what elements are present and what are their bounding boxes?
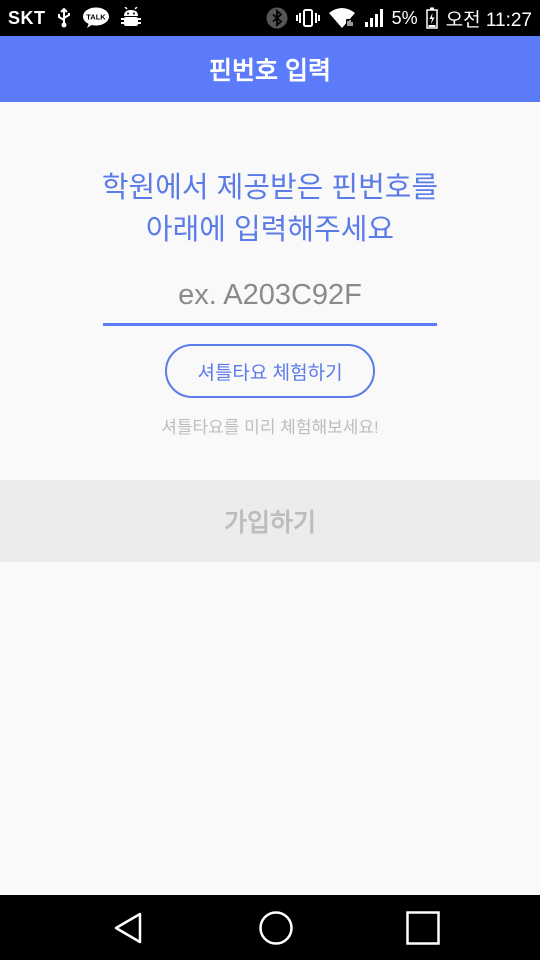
pin-field [103, 268, 437, 326]
bluetooth-icon [266, 7, 288, 29]
recents-icon [406, 910, 440, 945]
clock-time: 오전 11:27 [445, 9, 532, 31]
app-bar: 핀번호 입력 [0, 36, 540, 102]
trial-button[interactable]: 셔틀타요 체험하기 [165, 344, 375, 398]
status-bar-left: SKT TALK [8, 0, 142, 36]
navigation-bar [0, 895, 540, 960]
android-debug-icon [120, 7, 142, 29]
battery-percent: 5% [391, 7, 418, 28]
battery-icon [425, 7, 438, 29]
pin-input[interactable] [103, 268, 437, 323]
instruction-text: 학원에서 제공받은 핀번호를 아래에 입력해주세요 [0, 167, 540, 251]
carrier-label: SKT [8, 7, 46, 28]
signal-icon [364, 8, 384, 28]
wifi-icon [328, 7, 356, 29]
signup-button[interactable]: 가입하기 [0, 480, 540, 562]
instruction-line-1: 학원에서 제공받은 핀번호를 [101, 172, 439, 204]
trial-hint-text: 셔틀타요를 미리 체험해보세요! [161, 418, 379, 437]
kakaotalk-badge-text: TALK [86, 13, 106, 22]
home-icon [259, 910, 293, 945]
recents-button[interactable] [403, 908, 443, 948]
status-bar-right: 5% 오전 11:27 [266, 0, 532, 36]
vibrate-icon [295, 8, 320, 28]
status-bar: SKT TALK 5% 오전 11:27 [0, 0, 540, 36]
page-title: 핀번호 입력 [209, 57, 331, 85]
kakaotalk-icon: TALK [82, 7, 110, 29]
instruction-line-2: 아래에 입력해주세요 [145, 214, 395, 246]
back-button[interactable] [109, 908, 149, 948]
usb-icon [56, 8, 72, 28]
back-icon [114, 912, 142, 943]
home-button[interactable] [256, 908, 296, 948]
